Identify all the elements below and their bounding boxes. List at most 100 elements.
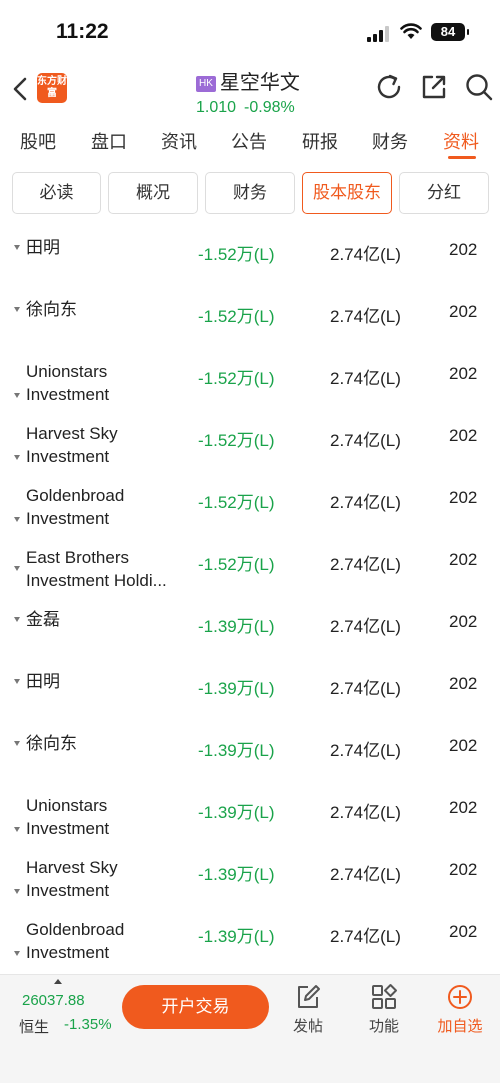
- caret-down-icon[interactable]: [14, 889, 20, 894]
- subtab-shareholders[interactable]: 股本股东: [302, 172, 392, 214]
- stock-change-pct: -0.98%: [244, 99, 295, 116]
- main-tabs: 股吧 盘口 资讯 公告 研报 财务 资料: [0, 118, 500, 162]
- list-item[interactable]: 田明 -1.52万(L) 2.74亿(L) 202: [0, 226, 500, 288]
- list-item[interactable]: East Brothers Investment Holdi... -1.52万…: [0, 536, 500, 598]
- list-item[interactable]: Harvest Sky Investment -1.52万(L) 2.74亿(L…: [0, 412, 500, 474]
- holding-date: 202: [449, 674, 478, 693]
- add-watchlist-button[interactable]: 加自选: [430, 983, 490, 1036]
- holding-date: 202: [449, 612, 478, 631]
- caret-down-icon[interactable]: [14, 455, 20, 460]
- caret-down-icon[interactable]: [14, 393, 20, 398]
- caret-down-icon[interactable]: [14, 566, 20, 571]
- holding-amount: 2.74亿(L): [330, 307, 401, 326]
- list-item[interactable]: 金磊 -1.39万(L) 2.74亿(L) 202: [0, 598, 500, 660]
- index-change[interactable]: -1.35%: [64, 1016, 112, 1033]
- caret-down-icon[interactable]: [14, 307, 20, 312]
- holding-date: 202: [449, 240, 478, 259]
- subtab-dividends[interactable]: 分红: [399, 172, 489, 214]
- index-value[interactable]: 26037.88: [22, 992, 85, 1009]
- holder-name: Harvest Sky Investment: [26, 424, 118, 466]
- holding-amount: 2.74亿(L): [330, 741, 401, 760]
- holding-amount: 2.74亿(L): [330, 555, 401, 574]
- holding-date: 202: [449, 302, 478, 321]
- tab-guba[interactable]: 股吧: [20, 128, 56, 154]
- caret-down-icon[interactable]: [14, 679, 20, 684]
- holding-change: -1.39万(L): [198, 865, 275, 884]
- tab-research[interactable]: 研报: [302, 128, 338, 154]
- stock-price: 1.010: [196, 99, 237, 116]
- holding-change: -1.52万(L): [198, 555, 275, 574]
- list-item[interactable]: Goldenbroad Investment -1.39万(L) 2.74亿(L…: [0, 908, 500, 970]
- list-item[interactable]: 徐向东 -1.39万(L) 2.74亿(L) 202: [0, 722, 500, 784]
- holding-change: -1.52万(L): [198, 307, 275, 326]
- subtab-overview[interactable]: 概况: [108, 172, 198, 214]
- subtab-must-read[interactable]: 必读: [12, 172, 101, 214]
- list-item[interactable]: 田明 -1.39万(L) 2.74亿(L) 202: [0, 660, 500, 722]
- list-item[interactable]: Goldenbroad Investment -1.52万(L) 2.74亿(L…: [0, 474, 500, 536]
- caret-down-icon[interactable]: [14, 245, 20, 250]
- caret-down-icon[interactable]: [14, 827, 20, 832]
- tab-profile[interactable]: 资料: [443, 128, 479, 154]
- back-arrow-icon[interactable]: [10, 74, 32, 104]
- grid-icon: [372, 984, 397, 1009]
- list-item[interactable]: Harvest Sky Investment -1.39万(L) 2.74亿(L…: [0, 846, 500, 908]
- share-icon[interactable]: [419, 72, 449, 102]
- bottom-toolbar: 26037.88 恒生 -1.35% 开户交易 发帖 功能 加自选: [0, 974, 500, 1083]
- list-item[interactable]: Unionstars Investment -1.52万(L) 2.74亿(L)…: [0, 350, 500, 412]
- holder-name: 金磊: [26, 610, 60, 629]
- active-tab-indicator: [448, 156, 476, 159]
- stock-title: HK 星空华文 1.010 -0.98%: [196, 66, 336, 117]
- holding-amount: 2.74亿(L): [330, 431, 401, 450]
- tab-news[interactable]: 资讯: [161, 128, 197, 154]
- holding-date: 202: [449, 798, 478, 817]
- list-item[interactable]: 徐向东 -1.52万(L) 2.74亿(L) 202: [0, 288, 500, 350]
- market-badge: HK: [196, 76, 216, 92]
- holding-amount: 2.74亿(L): [330, 679, 401, 698]
- holding-date: 202: [449, 550, 478, 569]
- holder-name: Harvest Sky Investment: [26, 858, 118, 900]
- sub-tabs: 必读 概况 财务 股本股东 分红: [0, 172, 500, 214]
- tab-pankou[interactable]: 盘口: [91, 128, 127, 154]
- holder-name: 徐向东: [26, 300, 77, 319]
- caret-down-icon[interactable]: [14, 951, 20, 956]
- tab-announcements[interactable]: 公告: [231, 128, 267, 154]
- post-label: 发帖: [292, 1018, 323, 1035]
- holding-change: -1.52万(L): [198, 493, 275, 512]
- expand-up-icon[interactable]: [54, 979, 62, 984]
- holder-name: 徐向东: [26, 734, 77, 753]
- holding-change: -1.39万(L): [198, 741, 275, 760]
- holding-date: 202: [449, 860, 478, 879]
- holding-change: -1.39万(L): [198, 927, 275, 946]
- holding-change: -1.39万(L): [198, 803, 275, 822]
- holding-amount: 2.74亿(L): [330, 803, 401, 822]
- post-button[interactable]: 发帖: [278, 983, 338, 1036]
- app-logo[interactable]: 东方财富: [37, 73, 67, 103]
- holding-change: -1.52万(L): [198, 369, 275, 388]
- holding-date: 202: [449, 488, 478, 507]
- holding-amount: 2.74亿(L): [330, 245, 401, 264]
- functions-label: 功能: [368, 1018, 399, 1035]
- subtab-finance[interactable]: 财务: [205, 172, 295, 214]
- holding-amount: 2.74亿(L): [330, 369, 401, 388]
- holder-name: 田明: [26, 238, 60, 257]
- refresh-icon[interactable]: [374, 72, 404, 102]
- wifi-icon: [400, 23, 422, 39]
- battery-indicator: 84: [431, 23, 469, 41]
- list-item[interactable]: Unionstars Investment -1.39万(L) 2.74亿(L)…: [0, 784, 500, 846]
- holding-amount: 2.74亿(L): [330, 865, 401, 884]
- holding-change: -1.39万(L): [198, 679, 275, 698]
- functions-button[interactable]: 功能: [354, 983, 414, 1036]
- tab-finance[interactable]: 财务: [372, 128, 408, 154]
- holding-change: -1.52万(L): [198, 245, 275, 264]
- caret-down-icon[interactable]: [14, 517, 20, 522]
- status-bar: 11:22 84: [0, 0, 500, 64]
- index-name[interactable]: 恒生: [19, 1016, 49, 1037]
- holding-date: 202: [449, 426, 478, 445]
- caret-down-icon[interactable]: [14, 617, 20, 622]
- search-icon[interactable]: [464, 72, 494, 102]
- holder-name: Goldenbroad Investment: [26, 920, 125, 962]
- caret-down-icon[interactable]: [14, 741, 20, 746]
- cellular-signal-icon: [367, 26, 391, 42]
- open-account-trade-button[interactable]: 开户交易: [122, 985, 269, 1029]
- holding-date: 202: [449, 364, 478, 383]
